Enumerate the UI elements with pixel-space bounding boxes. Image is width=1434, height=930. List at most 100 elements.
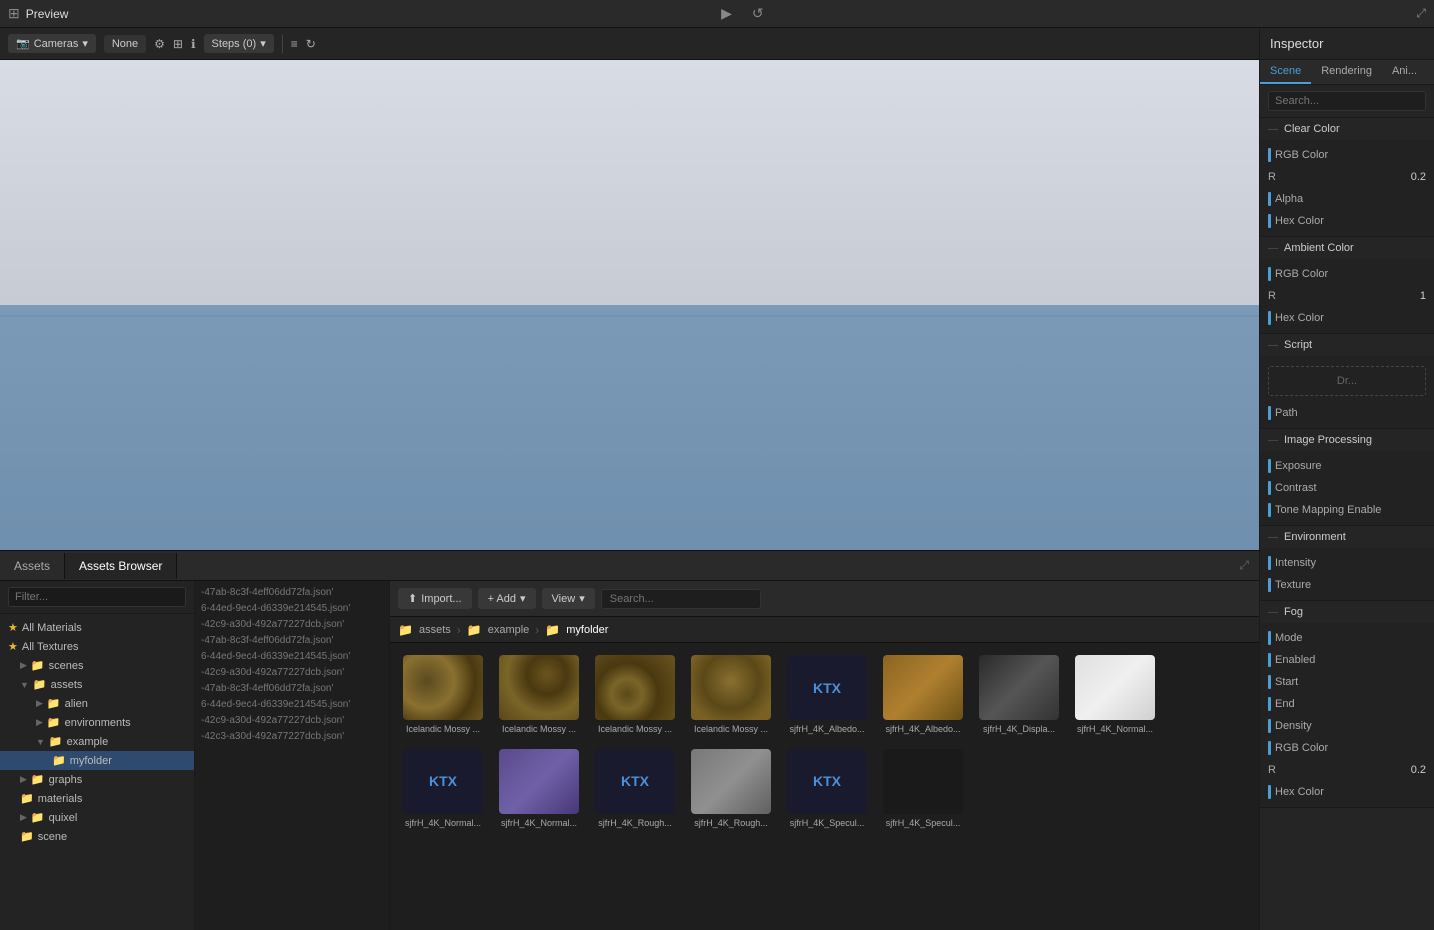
- script-drop-area[interactable]: Dr...: [1268, 366, 1426, 396]
- asset-item-12[interactable]: KTX sjfrH_4K_Specul...: [782, 745, 872, 833]
- sky-layer: [0, 60, 1259, 330]
- view-button[interactable]: View ▾: [542, 588, 595, 609]
- ktx-label-10: KTX: [621, 773, 649, 789]
- list-icon[interactable]: ≡: [291, 37, 298, 51]
- section-script-header[interactable]: — Script: [1260, 334, 1434, 356]
- info-icon[interactable]: ℹ: [191, 37, 196, 51]
- ambient-color-label: Ambient Color: [1284, 242, 1354, 254]
- ambient-rgb-label: RGB Color: [1275, 268, 1426, 280]
- tree-item-all-materials[interactable]: ★ All Materials: [0, 618, 194, 637]
- assets-grid-panel: ⬆ Import... + Add ▾ View ▾: [390, 581, 1259, 930]
- ambient-hex-row: Hex Color: [1260, 307, 1434, 329]
- tree-item-environments[interactable]: ▶ 📁 environments: [0, 713, 194, 732]
- add-button[interactable]: + Add ▾: [478, 588, 536, 609]
- filter-input[interactable]: [8, 587, 186, 607]
- myfolder-label: myfolder: [70, 755, 112, 767]
- tree-item-materials[interactable]: 📁 materials: [0, 789, 194, 808]
- asset-item-13[interactable]: sjfrH_4K_Specul...: [878, 745, 968, 833]
- camera-dropdown[interactable]: 📷 Cameras ▾: [8, 34, 96, 53]
- hex-color-row: Hex Color: [1260, 210, 1434, 232]
- asset-item-6[interactable]: sjfrH_4K_Displa...: [974, 651, 1064, 739]
- asset-item-11[interactable]: sjfrH_4K_Rough...: [686, 745, 776, 833]
- breadcrumb-assets[interactable]: assets: [419, 624, 451, 636]
- import-button[interactable]: ⬆ Import...: [398, 588, 472, 609]
- asset-item-0[interactable]: Icelandic Mossy ...: [398, 651, 488, 739]
- top-bar-left: ⊞ Preview: [0, 5, 76, 22]
- tree-item-scenes[interactable]: ▶ 📁 scenes: [0, 656, 194, 675]
- section-fog-header[interactable]: — Fog: [1260, 601, 1434, 623]
- log-panel: -47ab-8c3f-4eff06dd72fa.json' 6-44ed-9ec…: [195, 581, 390, 930]
- folder-icon-quixel: 📁: [31, 811, 45, 824]
- refresh-icon[interactable]: ↻: [306, 37, 316, 51]
- section-ambient-header[interactable]: — Ambient Color: [1260, 237, 1434, 259]
- breadcrumb-folder-icon-0: 📁: [398, 623, 413, 637]
- breadcrumb-example[interactable]: example: [488, 624, 530, 636]
- grid-view-icon[interactable]: ⊞: [173, 37, 183, 51]
- expand-icon[interactable]: ⤢: [1416, 6, 1426, 20]
- tree-item-scene[interactable]: 📁 scene: [0, 827, 194, 846]
- asset-item-2[interactable]: Icelandic Mossy ...: [590, 651, 680, 739]
- asset-item-9[interactable]: sjfrH_4K_Normal...: [494, 745, 584, 833]
- none-dropdown[interactable]: None: [104, 35, 146, 53]
- alpha-label: Alpha: [1275, 193, 1426, 205]
- tab-rendering[interactable]: Rendering: [1311, 60, 1382, 84]
- tab-scene[interactable]: Scene: [1260, 60, 1311, 84]
- asset-item-7[interactable]: sjfrH_4K_Normal...: [1070, 651, 1160, 739]
- tree-item-graphs[interactable]: ▶ 📁 graphs: [0, 770, 194, 789]
- replay-button[interactable]: ↺: [746, 3, 770, 24]
- tree-item-example[interactable]: ▼ 📁 example: [0, 732, 194, 751]
- tree-item-all-textures[interactable]: ★ All Textures: [0, 637, 194, 656]
- fog-hex-row: Hex Color: [1260, 781, 1434, 803]
- intensity-label: Intensity: [1275, 557, 1426, 569]
- tree-item-assets[interactable]: ▼ 📁 assets: [0, 675, 194, 694]
- asset-item-4[interactable]: KTX sjfrH_4K_Albedo...: [782, 651, 872, 739]
- breadcrumb-myfolder[interactable]: myfolder: [566, 624, 608, 636]
- tab-assets[interactable]: Assets: [0, 553, 65, 579]
- tree-item-myfolder[interactable]: 📁 myfolder: [0, 751, 194, 770]
- bottom-panel-header: Assets Assets Browser ⤢: [0, 551, 1259, 581]
- asset-thumb-8: KTX: [403, 749, 483, 814]
- top-bar-center: ▶ ↺: [76, 3, 1408, 24]
- play-button[interactable]: ▶: [715, 3, 738, 24]
- fog-end-row: End: [1260, 693, 1434, 715]
- ktx-label-12: KTX: [813, 773, 841, 789]
- grid-icon[interactable]: ⊞: [8, 5, 20, 22]
- tab-animation[interactable]: Ani...: [1382, 60, 1427, 84]
- tab-assets-browser[interactable]: Assets Browser: [65, 553, 177, 579]
- asset-item-3[interactable]: Icelandic Mossy ...: [686, 651, 776, 739]
- section-image-processing-header[interactable]: — Image Processing: [1260, 429, 1434, 451]
- asset-item-5[interactable]: sjfrH_4K_Albedo...: [878, 651, 968, 739]
- inspector-search-input[interactable]: [1268, 91, 1426, 111]
- log-item-8: -42c9-a30d-492a77227dcb.json': [199, 713, 385, 729]
- viewport-area: 📷 Cameras ▾ None ⚙ ⊞ ℹ Steps (0) ▾ ≡ ↻: [0, 28, 1259, 930]
- asset-item-8[interactable]: KTX sjfrH_4K_Normal...: [398, 745, 488, 833]
- tone-mapping-row: Tone Mapping Enable: [1260, 499, 1434, 521]
- section-clear-color-header[interactable]: — Clear Color: [1260, 118, 1434, 140]
- breadcrumb-sep-1: ›: [457, 623, 461, 637]
- asset-label-2: Icelandic Mossy ...: [598, 724, 672, 735]
- tree-item-quixel[interactable]: ▶ 📁 quixel: [0, 808, 194, 827]
- folder-icon-scenes: 📁: [31, 659, 45, 672]
- fog-rgb-row: RGB Color: [1260, 737, 1434, 759]
- collapse-icon-image: —: [1268, 435, 1278, 446]
- section-fog: — Fog Mode Enabled Start: [1260, 601, 1434, 808]
- inspector-title: Inspector: [1270, 36, 1323, 51]
- steps-dropdown[interactable]: Steps (0) ▾: [204, 34, 274, 53]
- materials-label: materials: [38, 793, 83, 805]
- settings-icon[interactable]: ⚙: [154, 37, 165, 51]
- section-environment-header[interactable]: — Environment: [1260, 526, 1434, 548]
- folder-icon-alien: 📁: [47, 697, 61, 710]
- blue-bar-fog-end: [1268, 697, 1271, 711]
- r-value-row: R 0.2: [1260, 166, 1434, 188]
- assets-search-input[interactable]: [601, 589, 761, 609]
- tone-mapping-label: Tone Mapping Enable: [1275, 504, 1426, 516]
- log-item-5: -42c9-a30d-492a77227dcb.json': [199, 665, 385, 681]
- import-icon: ⬆: [408, 592, 417, 605]
- tree-item-alien[interactable]: ▶ 📁 alien: [0, 694, 194, 713]
- asset-item-10[interactable]: KTX sjfrH_4K_Rough...: [590, 745, 680, 833]
- asset-item-1[interactable]: Icelandic Mossy ...: [494, 651, 584, 739]
- alpha-row: Alpha: [1260, 188, 1434, 210]
- panel-expand-icon[interactable]: ⤢: [1229, 558, 1259, 573]
- blue-bar-contrast: [1268, 481, 1271, 495]
- asset-thumb-11: [691, 749, 771, 814]
